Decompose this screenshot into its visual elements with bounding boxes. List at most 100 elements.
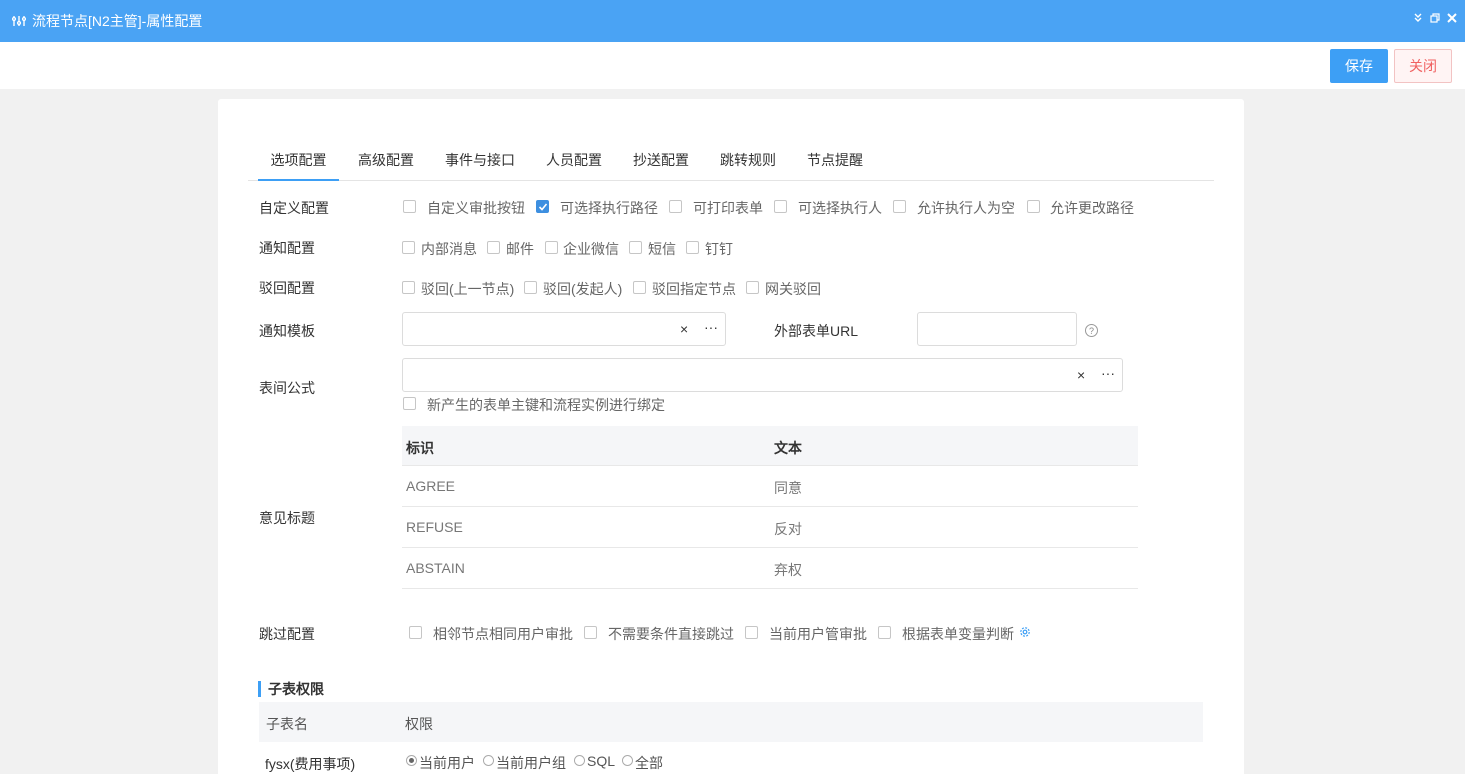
checkbox-skip-same-user[interactable]	[409, 626, 422, 639]
checkbox-label: 驳回(发起人)	[543, 281, 623, 297]
checkbox-label: 可选择执行路径	[560, 200, 658, 216]
checkbox-internal-message[interactable]	[402, 241, 415, 254]
collapse-icon[interactable]	[1413, 12, 1423, 24]
checkbox-label: 网关驳回	[765, 281, 821, 297]
skip-config-label: 跳过配置	[259, 626, 315, 642]
tab-node-reminder[interactable]: 节点提醒	[807, 141, 863, 181]
column-header-permission: 权限	[405, 716, 433, 732]
checkbox-skip-current-user-manager[interactable]	[745, 626, 758, 639]
checkbox-label: 驳回指定节点	[652, 281, 736, 297]
window-titlebar: 流程节点[N2主管]-属性配置	[0, 0, 1465, 42]
tab-bar: 选项配置 高级配置 事件与接口 人员配置 抄送配置 跳转规则 节点提醒	[248, 141, 1214, 181]
tab-personnel[interactable]: 人员配置	[546, 141, 602, 181]
window-title: 流程节点[N2主管]-属性配置	[32, 13, 203, 29]
checkbox-dingtalk[interactable]	[686, 241, 699, 254]
opinion-text: 弃权	[774, 562, 802, 578]
checkbox-selectable-path[interactable]	[536, 200, 549, 213]
checkbox-label: 可选择执行人	[798, 200, 882, 216]
checkbox-bind-form-key[interactable]	[403, 397, 416, 410]
notify-template-input[interactable]: × ···	[402, 312, 726, 346]
radio-label: 当前用户组	[496, 755, 566, 771]
tab-events[interactable]: 事件与接口	[445, 141, 515, 181]
subtable-header: 子表名 权限	[259, 702, 1203, 742]
opinion-key: ABSTAIN	[406, 560, 465, 576]
checkbox-label: 新产生的表单主键和流程实例进行绑定	[427, 397, 665, 413]
checkbox-label: 允许执行人为空	[917, 200, 1015, 216]
opinion-table: 标识 文本 AGREE 同意 REFUSE 反对 ABSTAIN 弃权	[402, 426, 1138, 589]
checkbox-label: 不需要条件直接跳过	[608, 626, 734, 642]
column-header-key: 标识	[406, 440, 434, 456]
checkbox-wecom[interactable]	[545, 241, 558, 254]
checkbox-label: 自定义审批按钮	[427, 200, 525, 216]
tab-options[interactable]: 选项配置	[258, 141, 339, 181]
notify-template-label: 通知模板	[259, 323, 315, 339]
table-row[interactable]: AGREE 同意	[402, 466, 1138, 507]
checkbox-skip-by-form-variable[interactable]	[878, 626, 891, 639]
checkbox-reject-initiator[interactable]	[524, 281, 537, 294]
checkbox-label: 驳回(上一节点)	[421, 281, 515, 297]
restore-icon[interactable]	[1430, 12, 1440, 24]
reject-config-label: 驳回配置	[259, 280, 315, 296]
save-button[interactable]: 保存	[1330, 49, 1388, 83]
radio-sql[interactable]	[574, 755, 585, 766]
close-button[interactable]: 关闭	[1394, 49, 1452, 83]
help-icon[interactable]: ?	[1085, 324, 1098, 337]
workflow-icon	[11, 14, 27, 28]
tab-cc[interactable]: 抄送配置	[633, 141, 689, 181]
tab-jump-rules[interactable]: 跳转规则	[720, 141, 776, 181]
column-header-text: 文本	[774, 440, 802, 456]
opinion-text: 反对	[774, 521, 802, 537]
radio-label: 全部	[635, 755, 663, 771]
checkbox-reject-specified-node[interactable]	[633, 281, 646, 294]
checkbox-label: 允许更改路径	[1050, 200, 1134, 216]
external-url-input[interactable]	[917, 312, 1077, 346]
checkbox-sms[interactable]	[629, 241, 642, 254]
form-formula-label: 表间公式	[259, 380, 315, 396]
radio-current-user[interactable]	[406, 755, 417, 766]
more-icon[interactable]: ···	[1101, 365, 1115, 381]
checkbox-skip-unconditional[interactable]	[584, 626, 597, 639]
radio-label: SQL	[587, 753, 616, 769]
checkbox-label: 企业微信	[563, 241, 619, 257]
radio-all[interactable]	[622, 755, 633, 766]
checkbox-email[interactable]	[487, 241, 500, 254]
checkbox-gateway-reject[interactable]	[746, 281, 759, 294]
notify-config-label: 通知配置	[259, 240, 315, 256]
checkbox-label: 可打印表单	[693, 200, 763, 216]
checkbox-custom-approve-button[interactable]	[403, 200, 416, 213]
subtable-section-title: 子表权限	[258, 681, 324, 697]
checkbox-selectable-executor[interactable]	[774, 200, 787, 213]
subtable-name: fysx(费用事项)	[265, 756, 356, 772]
custom-config-label: 自定义配置	[259, 200, 329, 216]
checkbox-label: 内部消息	[421, 241, 477, 257]
checkbox-allow-change-path[interactable]	[1027, 200, 1040, 213]
close-icon[interactable]	[1447, 12, 1457, 24]
tab-advanced[interactable]: 高级配置	[358, 141, 414, 181]
table-row: fysx(费用事项) 当前用户 当前用户组 SQL 全部	[259, 742, 1203, 774]
clear-icon[interactable]: ×	[680, 321, 688, 337]
checkbox-label: 短信	[648, 241, 676, 257]
checkbox-label: 钉钉	[705, 241, 733, 257]
radio-label: 当前用户	[419, 755, 475, 771]
table-row[interactable]: ABSTAIN 弃权	[402, 548, 1138, 589]
radio-current-user-group[interactable]	[483, 755, 494, 766]
table-row[interactable]: REFUSE 反对	[402, 507, 1138, 548]
opinion-text: 同意	[774, 480, 802, 496]
opinion-key: AGREE	[406, 478, 456, 494]
checkbox-label: 邮件	[506, 241, 534, 257]
more-icon[interactable]: ···	[704, 319, 718, 335]
external-url-label: 外部表单URL	[774, 323, 859, 339]
checkbox-printable-form[interactable]	[669, 200, 682, 213]
gear-icon[interactable]	[1018, 625, 1032, 639]
config-panel: 选项配置 高级配置 事件与接口 人员配置 抄送配置 跳转规则 节点提醒 自定义配…	[218, 99, 1244, 774]
checkbox-allow-empty-executor[interactable]	[893, 200, 906, 213]
clear-icon[interactable]: ×	[1077, 367, 1085, 383]
toolbar: 保存 关闭	[0, 42, 1465, 89]
opinion-title-label: 意见标题	[259, 510, 315, 526]
checkbox-reject-previous[interactable]	[402, 281, 415, 294]
checkbox-label: 当前用户管审批	[769, 626, 867, 642]
opinion-key: REFUSE	[406, 519, 463, 535]
table-header: 标识 文本	[402, 426, 1138, 466]
checkbox-label: 相邻节点相同用户审批	[433, 626, 573, 642]
form-formula-input[interactable]: × ···	[402, 358, 1123, 392]
